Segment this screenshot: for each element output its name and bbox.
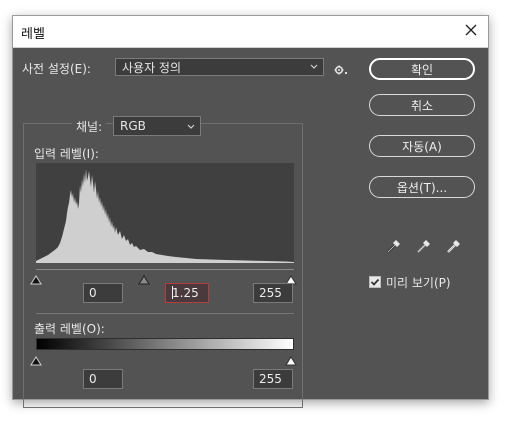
channel-value: RGB (120, 119, 146, 133)
white-eyedropper-icon[interactable] (446, 238, 462, 254)
output-white-field[interactable]: 255 (253, 369, 293, 389)
output-white-slider[interactable] (285, 351, 297, 366)
section-divider (36, 313, 294, 314)
options-button[interactable]: 옵션(T)... (369, 176, 475, 198)
output-black-field[interactable]: 0 (83, 369, 123, 389)
output-black-slider[interactable] (30, 351, 42, 366)
output-black-value: 0 (89, 372, 97, 386)
preset-label: 사전 설정(E): (22, 62, 91, 76)
preset-dropdown[interactable]: 사용자 정의 (115, 58, 324, 76)
chevron-down-icon (186, 121, 196, 131)
gear-icon[interactable] (334, 61, 347, 75)
input-levels-label: 입력 레벨(I): (34, 147, 99, 161)
input-black-value: 0 (89, 286, 97, 300)
close-icon[interactable] (462, 21, 480, 39)
ok-button[interactable]: 확인 (369, 58, 475, 80)
black-eyedropper-icon[interactable] (386, 238, 402, 254)
input-gamma-value: 1.25 (172, 286, 199, 300)
cancel-button[interactable]: 취소 (369, 94, 475, 116)
preview-label: 미리 보기(P) (386, 276, 451, 290)
input-black-slider[interactable] (30, 270, 42, 285)
output-gradient-bar[interactable] (36, 338, 294, 350)
chevron-down-icon (309, 61, 319, 71)
gray-eyedropper-icon[interactable] (416, 238, 432, 254)
text-caret (172, 286, 173, 299)
input-white-slider[interactable] (285, 270, 297, 285)
input-black-field[interactable]: 0 (83, 283, 123, 303)
title-bar: 레벨 (13, 16, 488, 48)
check-icon (370, 278, 380, 286)
output-white-value: 255 (259, 372, 282, 386)
input-gamma-field[interactable]: 1.25 (165, 283, 209, 303)
input-white-value: 255 (259, 286, 282, 300)
input-slider-track[interactable] (36, 269, 294, 270)
channel-dropdown[interactable]: RGB (113, 116, 201, 136)
dialog-body: 사전 설정(E): 사용자 정의 확인 취소 자동(A) 옵션(T)... 미리… (13, 48, 488, 408)
preview-checkbox[interactable] (369, 276, 381, 288)
levels-dialog: 레벨 사전 설정(E): 사용자 정의 확인 취소 자동(A) 옵션(T)... (12, 15, 489, 408)
input-gamma-slider[interactable] (138, 270, 150, 285)
input-white-field[interactable]: 255 (253, 283, 293, 303)
preset-value: 사용자 정의 (122, 61, 182, 75)
histogram (36, 163, 294, 263)
auto-button[interactable]: 자동(A) (369, 135, 475, 157)
output-levels-label: 출력 레벨(O): (34, 322, 105, 336)
dialog-title: 레벨 (21, 27, 45, 42)
channel-label: 채널: (72, 118, 107, 135)
